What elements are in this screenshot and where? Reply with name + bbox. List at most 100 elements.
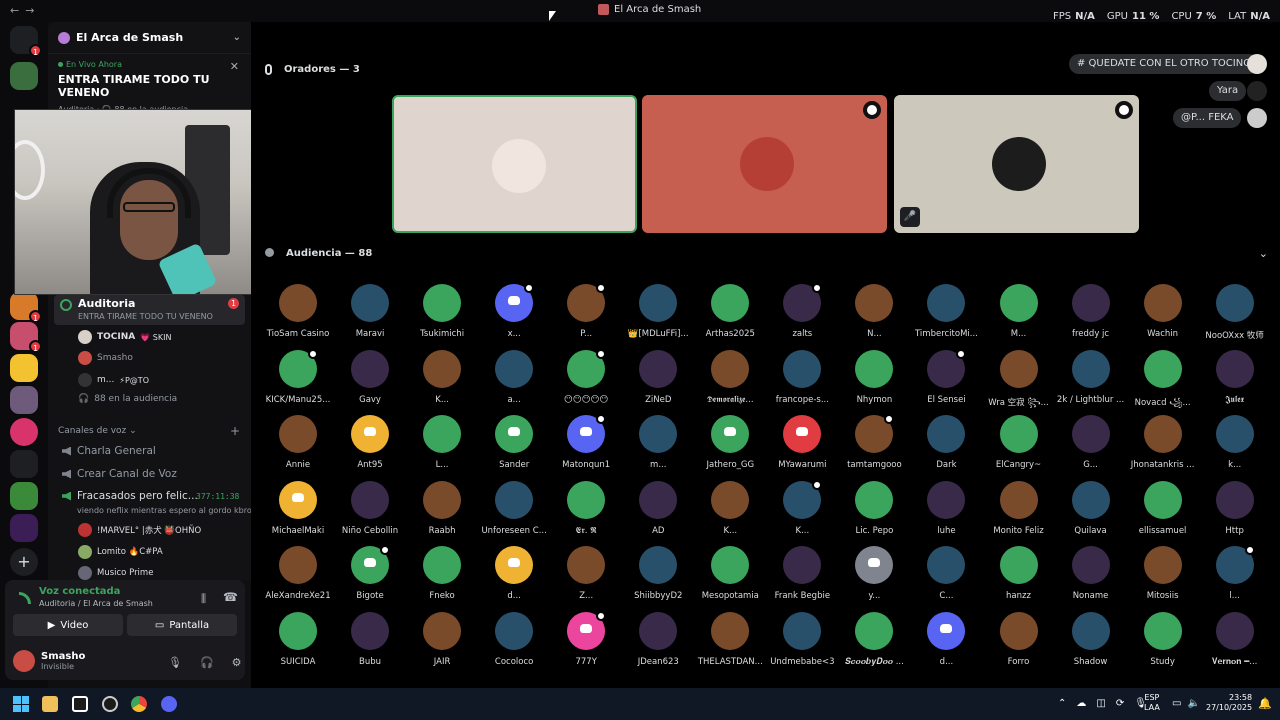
audience-member[interactable]: Tsukimichi bbox=[406, 284, 478, 339]
audience-member[interactable]: K... bbox=[694, 480, 766, 536]
audience-member[interactable]: 𝐕𝐞𝐫𝐧𝐨𝐧 ━... bbox=[1199, 611, 1271, 667]
avatar[interactable] bbox=[1247, 81, 1267, 101]
audience-member[interactable]: Frank Begbie bbox=[766, 546, 838, 601]
audience-member[interactable]: Lic. Pepo bbox=[838, 480, 910, 536]
voice-member[interactable]: Musico Prime bbox=[78, 566, 153, 580]
audience-member[interactable]: TioSam Casino bbox=[262, 284, 334, 339]
sync-icon[interactable]: ⟳ bbox=[1116, 698, 1124, 709]
audience-member[interactable]: d... bbox=[478, 546, 550, 601]
gear-icon[interactable]: ⚙ bbox=[232, 656, 242, 669]
screen-share-button[interactable]: ▭ Pantalla bbox=[127, 614, 237, 636]
audience-member[interactable]: THELASTDAN... bbox=[694, 611, 766, 667]
speaker-tile[interactable] bbox=[392, 95, 637, 233]
audience-member[interactable]: Fneko bbox=[406, 546, 478, 601]
audience-member[interactable]: Jathero_GG bbox=[694, 415, 766, 470]
audience-member[interactable]: Novacd ꧁... bbox=[1127, 349, 1199, 413]
audience-member[interactable]: Unforeseen C... bbox=[478, 480, 550, 536]
headphones-icon[interactable]: 🎧 bbox=[200, 656, 214, 669]
audience-member[interactable]: Jhonatankris ... bbox=[1127, 415, 1199, 470]
audience-member[interactable]: Noname bbox=[1055, 546, 1127, 601]
avatar[interactable] bbox=[1247, 54, 1267, 74]
server-icon[interactable] bbox=[10, 62, 38, 90]
server-icon[interactable] bbox=[10, 354, 38, 382]
audience-member[interactable]: Monito Feliz bbox=[983, 480, 1055, 536]
audience-member[interactable]: K... bbox=[766, 479, 838, 536]
audience-member[interactable]: AleXandreXe21 bbox=[262, 546, 334, 601]
server-icon[interactable] bbox=[10, 418, 38, 446]
audience-member[interactable]: Wra 空寂 ꧂... bbox=[983, 349, 1055, 413]
obs-icon[interactable] bbox=[102, 696, 118, 712]
audience-member[interactable]: zalts bbox=[766, 283, 838, 339]
server-icon[interactable] bbox=[10, 482, 38, 510]
speaker-tile[interactable]: 🎤 bbox=[894, 95, 1139, 233]
audience-member[interactable]: M... bbox=[983, 284, 1055, 339]
audience-member[interactable]: Arthas2025 bbox=[694, 284, 766, 339]
cloud-icon[interactable]: ☁ bbox=[1076, 698, 1086, 709]
audience-member[interactable]: MichaelMaki bbox=[262, 480, 334, 536]
voice-channel[interactable]: Fracasados pero felic... bbox=[62, 490, 198, 502]
audience-member[interactable]: francope-s... bbox=[766, 349, 838, 405]
home-icon[interactable]: 1 bbox=[10, 26, 42, 57]
audience-member[interactable]: a... bbox=[478, 349, 550, 405]
listener-chip[interactable]: @P... FEKA bbox=[1173, 108, 1242, 128]
audience-member[interactable]: Cocoloco bbox=[478, 611, 550, 667]
audience-member[interactable]: Niño Cebollin bbox=[334, 480, 406, 536]
close-icon[interactable]: ✕ bbox=[230, 60, 239, 73]
clock[interactable]: 23:58 27/10/2025 bbox=[1206, 693, 1252, 713]
audience-member[interactable]: Http bbox=[1199, 480, 1271, 536]
audience-member[interactable]: Maravi bbox=[334, 284, 406, 339]
audience-member[interactable]: MYawarumi bbox=[766, 415, 838, 470]
network-icon[interactable]: ◫ bbox=[1096, 698, 1105, 709]
stage-channel-auditoria[interactable]: Auditoria ENTRA TIRAME TODO TU VENENO 1 bbox=[54, 295, 245, 325]
audience-member[interactable]: ElCangry~ bbox=[983, 415, 1055, 470]
audience-member[interactable]: JAIR bbox=[406, 611, 478, 667]
audience-member[interactable]: ShiibbyyD2 bbox=[622, 546, 694, 601]
audience-member[interactable]: Annie bbox=[262, 415, 334, 470]
video-button[interactable]: ▶ Video bbox=[13, 614, 123, 636]
audience-member[interactable]: G... bbox=[1055, 415, 1127, 470]
audience-member[interactable]: x... bbox=[478, 283, 550, 339]
server-icon[interactable] bbox=[10, 386, 38, 414]
voice-channel[interactable]: Crear Canal de Voz bbox=[62, 468, 177, 480]
voice-connected[interactable]: Voz conectada Auditoria / El Arca de Sma… bbox=[15, 586, 153, 608]
notification-icon[interactable]: 🔔 bbox=[1258, 697, 1272, 710]
audience-member[interactable]: N... bbox=[838, 284, 910, 339]
stage-member[interactable]: TOCINA 💗 SKIN bbox=[78, 330, 171, 344]
audience-member[interactable]: l... bbox=[1199, 545, 1271, 601]
audience-member[interactable]: ellissamuel bbox=[1127, 480, 1199, 536]
audience-member[interactable]: Dark bbox=[910, 415, 982, 470]
server-icon[interactable]: 1 bbox=[10, 292, 42, 323]
add-server-icon[interactable]: + bbox=[10, 548, 38, 576]
audience-member[interactable]: hanzz bbox=[983, 546, 1055, 601]
audience-member[interactable]: Study bbox=[1127, 611, 1199, 667]
audience-member[interactable]: Ant95 bbox=[334, 415, 406, 470]
voice-channel[interactable]: Charla General bbox=[62, 445, 156, 457]
audience-member[interactable]: k... bbox=[1199, 415, 1271, 470]
audience-member[interactable]: Bubu bbox=[334, 611, 406, 667]
file-explorer-icon[interactable] bbox=[42, 696, 58, 712]
audience-member[interactable]: 𝕵𝖚𝖑𝖊𝖝 bbox=[1199, 349, 1271, 405]
folder-icon[interactable] bbox=[10, 450, 38, 478]
audience-member[interactable]: El Sensei bbox=[910, 348, 982, 405]
voice-category[interactable]: Canales de voz ⌄ + bbox=[58, 424, 240, 438]
audience-member[interactable]: JDean623 bbox=[622, 611, 694, 667]
chevron-down-icon[interactable]: ⌄ bbox=[1259, 247, 1268, 260]
audience-member[interactable]: L... bbox=[406, 415, 478, 470]
audience-member[interactable]: Wachin bbox=[1127, 284, 1199, 339]
audience-member[interactable]: Mesopotamia bbox=[694, 546, 766, 601]
audience-member[interactable]: Gavy bbox=[334, 349, 406, 405]
audience-member[interactable]: y... bbox=[838, 546, 910, 601]
audience-member[interactable]: d... bbox=[910, 611, 982, 667]
audience-member[interactable]: C... bbox=[910, 546, 982, 601]
audience-member[interactable]: K... bbox=[406, 349, 478, 405]
audience-member[interactable]: 777Y bbox=[550, 610, 622, 667]
soundboard-icon[interactable]: ⫼ bbox=[201, 592, 206, 606]
disconnect-icon[interactable]: ☎ bbox=[223, 590, 238, 604]
audience-member[interactable]: Matonqun1 bbox=[550, 414, 622, 470]
voice-member[interactable]: Lomito 🔥C#PA bbox=[78, 545, 163, 559]
chrome-icon[interactable] bbox=[131, 696, 147, 712]
audience-member[interactable]: Undmebabe<3 bbox=[766, 611, 838, 667]
topic-chip[interactable]: # QUEDATE CON EL OTRO TOCINO bbox=[1069, 54, 1260, 74]
windows-start-icon[interactable] bbox=[13, 696, 29, 712]
audience-member[interactable]: 2k / Lightblur ... bbox=[1055, 349, 1127, 405]
